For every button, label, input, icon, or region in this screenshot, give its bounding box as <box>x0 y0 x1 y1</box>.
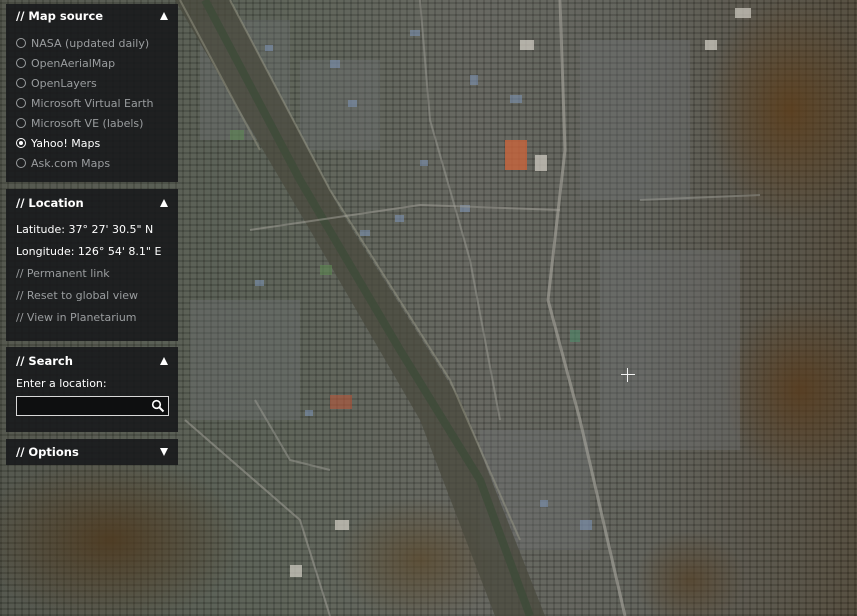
radio-icon[interactable] <box>16 78 26 88</box>
location-header[interactable]: // Location <box>6 191 178 215</box>
search-title: // Search <box>16 354 73 368</box>
view-in-planetarium-link[interactable]: // View in Planetarium <box>16 307 168 329</box>
map-source-panel: // Map source NASA (updated daily) OpenA… <box>6 4 178 182</box>
map-source-option-label: Yahoo! Maps <box>31 136 101 150</box>
map-source-option-virtual-earth[interactable]: Microsoft Virtual Earth <box>16 93 168 113</box>
options-title: // Options <box>16 445 79 459</box>
search-body: Enter a location: <box>6 373 178 426</box>
map-source-option-openaerialmap[interactable]: OpenAerialMap <box>16 53 168 73</box>
map-source-option-openlayers[interactable]: OpenLayers <box>16 73 168 93</box>
map-source-option-nasa[interactable]: NASA (updated daily) <box>16 33 168 53</box>
crosshair-icon <box>621 368 635 382</box>
search-box <box>16 396 169 416</box>
map-source-option-label: Microsoft Virtual Earth <box>31 96 154 110</box>
permanent-link[interactable]: // Permanent link <box>16 263 168 285</box>
search-header[interactable]: // Search <box>6 349 178 373</box>
radio-icon[interactable] <box>16 98 26 108</box>
triangle-up-icon[interactable] <box>160 199 168 207</box>
map-source-list: NASA (updated daily) OpenAerialMap OpenL… <box>6 28 178 179</box>
map-source-option-label: NASA (updated daily) <box>31 36 150 50</box>
map-source-title: // Map source <box>16 9 104 23</box>
longitude-text: Longitude: 126° 54' 8.1" E <box>16 245 162 258</box>
map-source-option-yahoo[interactable]: Yahoo! Maps <box>16 133 168 153</box>
map-source-option-label: Microsoft VE (labels) <box>31 116 144 130</box>
triangle-up-icon[interactable] <box>160 357 168 365</box>
radio-icon[interactable] <box>16 38 26 48</box>
latitude-text: Latitude: 37° 27' 30.5" N <box>16 223 154 236</box>
triangle-up-icon[interactable] <box>160 12 168 20</box>
radio-icon[interactable] <box>16 118 26 128</box>
map-source-option-label: OpenLayers <box>31 76 97 90</box>
search-panel: // Search Enter a location: <box>6 347 178 432</box>
reset-global-view-link[interactable]: // Reset to global view <box>16 285 168 307</box>
map-source-option-ve-labels[interactable]: Microsoft VE (labels) <box>16 113 168 133</box>
radio-icon[interactable] <box>16 158 26 168</box>
magnifier-icon[interactable] <box>151 399 165 413</box>
options-header[interactable]: // Options <box>6 440 178 464</box>
search-input[interactable] <box>19 398 149 414</box>
map-source-option-label: Ask.com Maps <box>31 156 111 170</box>
map-source-option-label: OpenAerialMap <box>31 56 116 70</box>
radio-selected-icon[interactable] <box>16 138 26 148</box>
radio-icon[interactable] <box>16 58 26 68</box>
search-label: Enter a location: <box>16 377 107 390</box>
location-title: // Location <box>16 196 84 210</box>
location-panel: // Location Latitude: 37° 27' 30.5" N Lo… <box>6 189 178 341</box>
map-source-header[interactable]: // Map source <box>6 4 178 28</box>
location-body: Latitude: 37° 27' 30.5" N Longitude: 126… <box>6 215 178 335</box>
options-panel: // Options <box>6 439 178 465</box>
triangle-down-icon[interactable] <box>160 448 168 456</box>
map-source-option-ask[interactable]: Ask.com Maps <box>16 153 168 173</box>
